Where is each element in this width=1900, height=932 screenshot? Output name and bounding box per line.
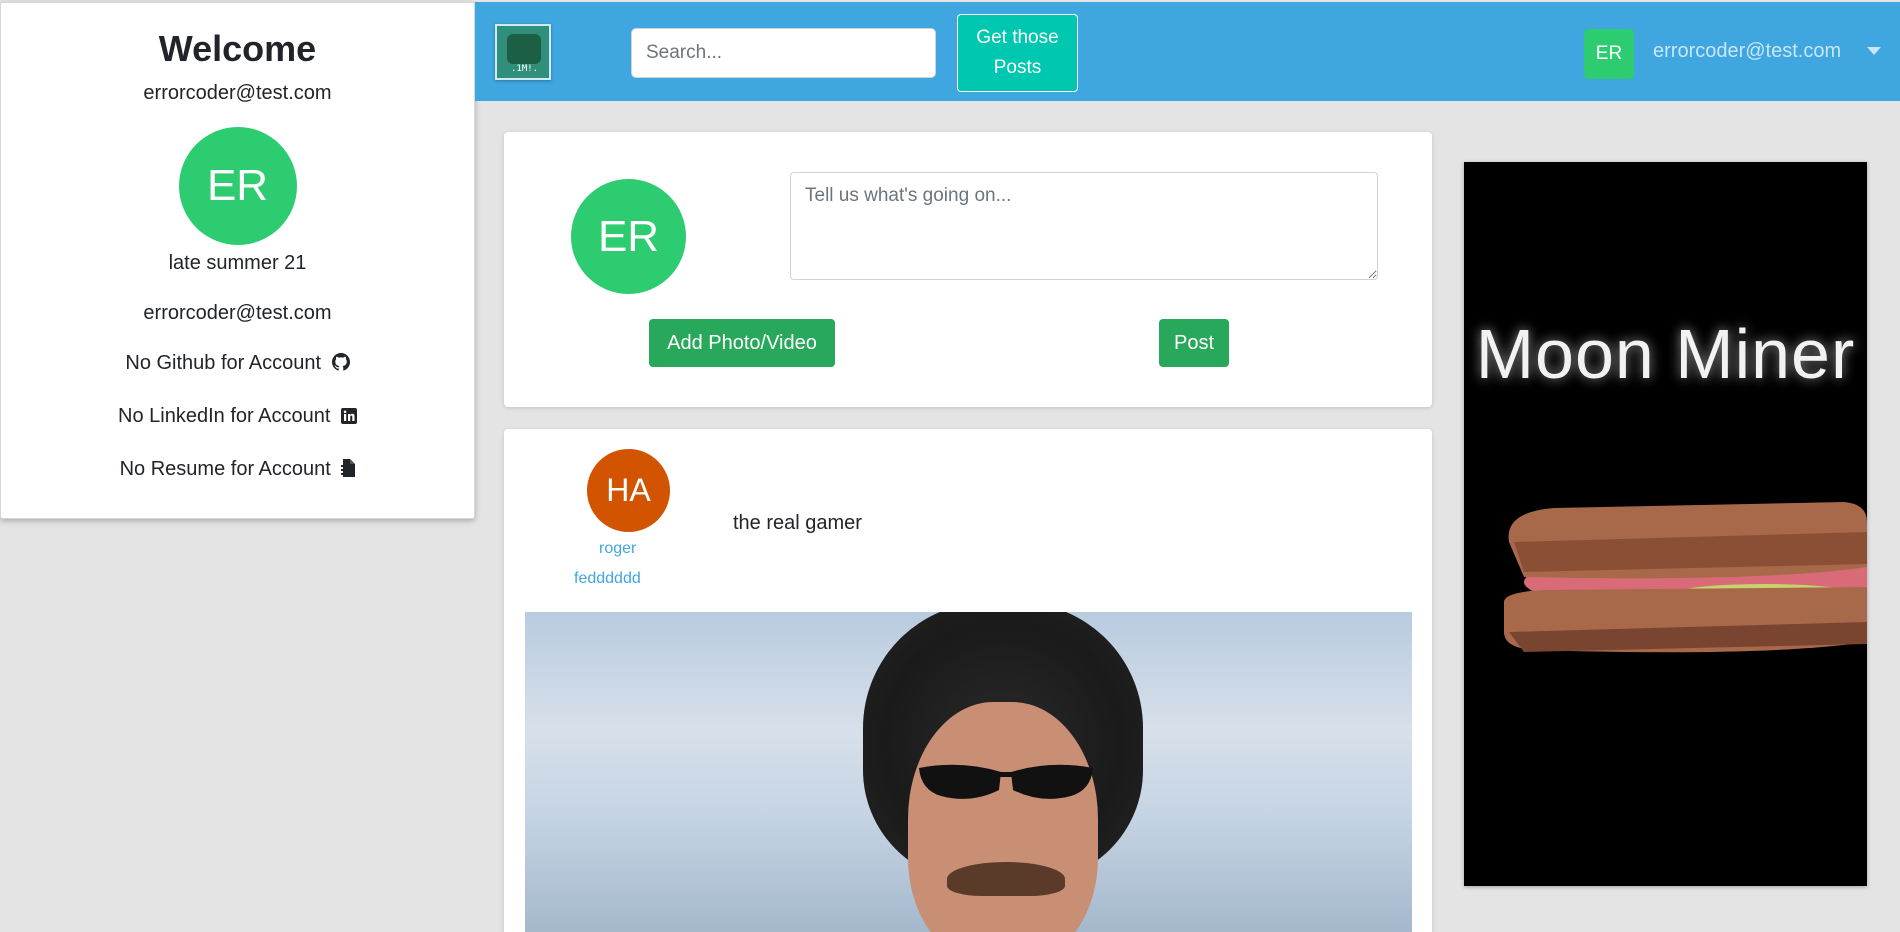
post-handle-link[interactable]: fedddddd [574, 570, 641, 588]
profile-sidebar: Welcome errorcoder@test.com ER late summ… [0, 2, 475, 519]
resume-status: No Resume for Account [1, 457, 474, 483]
profile-avatar-initials: ER [206, 161, 269, 210]
top-navbar: .1M!. Get those Posts ER errorcoder@test… [475, 2, 1900, 101]
composer-avatar: ER [571, 179, 686, 294]
image-sunglasses-shape [919, 764, 1093, 799]
github-status-text: No Github for Account [125, 352, 322, 374]
github-icon[interactable] [331, 353, 350, 377]
profile-avatar: ER [178, 127, 297, 245]
get-posts-button[interactable]: Get those Posts [957, 14, 1078, 92]
linkedin-icon[interactable] [340, 406, 357, 430]
user-menu-toggle[interactable]: errorcoder@test.com [1653, 40, 1841, 63]
ad-sandwich-graphic [1504, 502, 1867, 653]
get-posts-label-line1: Get those [976, 27, 1059, 48]
ad-title: Moon Miner [1475, 315, 1856, 393]
app-logo-icon[interactable]: .1M!. [495, 24, 551, 80]
add-photo-video-button[interactable]: Add Photo/Video [649, 319, 835, 367]
resume-icon[interactable] [341, 459, 356, 483]
post-author-avatar[interactable]: HA [587, 449, 670, 532]
linkedin-status: No LinkedIn for Account [1, 404, 474, 430]
sidebar-ad[interactable]: Moon Miner [1464, 162, 1867, 886]
caret-down-icon[interactable] [1867, 47, 1881, 55]
profile-season: late summer 21 [168, 252, 307, 274]
post-author-link[interactable]: roger [599, 540, 636, 558]
post-text: the real gamer [733, 512, 862, 534]
nav-user-avatar[interactable]: ER [1584, 29, 1634, 79]
search-input[interactable] [631, 28, 936, 78]
image-face-shape [908, 702, 1098, 932]
post-image [525, 612, 1412, 932]
linkedin-status-text: No LinkedIn for Account [118, 405, 331, 427]
feed-post: HA roger fedddddd the real gamer [504, 429, 1432, 932]
resume-status-text: No Resume for Account [119, 458, 331, 480]
logo-text: .1M!. [511, 64, 539, 74]
post-composer: ER Add Photo/Video Post [504, 132, 1432, 407]
image-mustache-shape [947, 862, 1065, 896]
welcome-heading: Welcome [158, 28, 317, 69]
post-avatar-initials: HA [606, 472, 651, 508]
sidebar-email: errorcoder@test.com [143, 82, 332, 104]
github-status: No Github for Account [1, 351, 474, 377]
get-posts-label-line2: Posts [993, 57, 1042, 78]
post-button[interactable]: Post [1159, 319, 1229, 367]
post-textarea[interactable] [790, 172, 1378, 280]
composer-avatar-initials: ER [597, 211, 660, 261]
profile-email: errorcoder@test.com [143, 302, 332, 324]
nav-avatar-initials: ER [1595, 43, 1623, 64]
logo-mark [507, 34, 541, 64]
